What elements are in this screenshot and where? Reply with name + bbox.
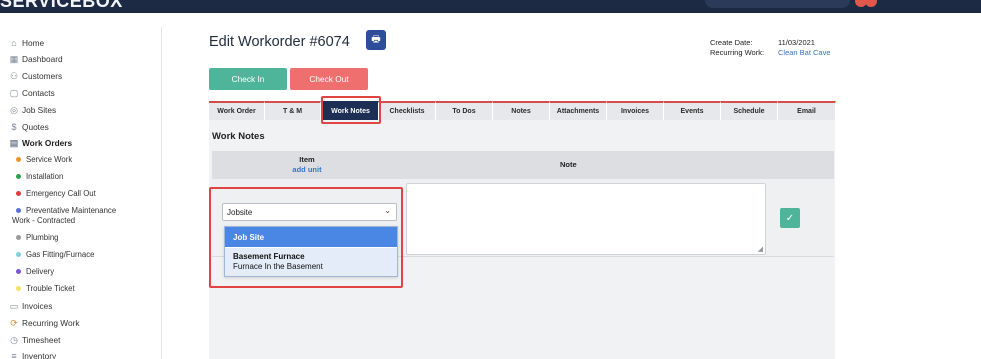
tab-events[interactable]: Events xyxy=(664,101,721,120)
bullet-icon xyxy=(16,208,21,213)
create-date-value: 11/03/2021 xyxy=(778,38,815,47)
bullet-icon xyxy=(16,235,21,240)
contacts-icon: ▢ xyxy=(9,87,19,98)
print-button[interactable]: 🖶 xyxy=(366,30,386,50)
top-bar: SERVICEBOX xyxy=(0,0,981,13)
location-icon: ◎ xyxy=(10,104,18,115)
stopwatch-icon: ◷ xyxy=(10,334,18,345)
sidebar-item-inventory[interactable]: ≡ Inventory xyxy=(8,350,56,359)
page-title: Edit Workorder #6074 xyxy=(209,34,350,50)
user-menu[interactable] xyxy=(855,0,889,7)
list-icon: ≡ xyxy=(11,351,17,359)
recurring-icon: ⟳ xyxy=(10,317,18,328)
sidebar-subitem-installation[interactable]: Installation xyxy=(16,172,63,181)
sidebar-item-contacts[interactable]: ▢ Contacts xyxy=(8,87,55,99)
create-date-label: Create Date: Recurring Work: xyxy=(710,38,765,57)
column-header-note: Note xyxy=(560,160,577,169)
sidebar-item-home[interactable]: ⌂ Home xyxy=(8,37,44,49)
section-title: Work Notes xyxy=(212,131,265,142)
resize-handle-icon[interactable]: ◢ xyxy=(758,245,763,253)
dropdown-option-job-site[interactable]: Job Site xyxy=(225,227,397,247)
tab-t-and-m[interactable]: T & M xyxy=(265,101,321,120)
bullet-icon xyxy=(16,286,21,291)
chevron-down-icon: ⌄ xyxy=(384,206,391,215)
checkmark-icon: ✓ xyxy=(785,212,795,224)
item-dropdown-list: Job Site Basement Furnace Furnace In the… xyxy=(224,226,398,277)
add-unit-link[interactable]: add unit xyxy=(212,165,402,174)
tab-bar: Work Order T & M Work Notes Checklists T… xyxy=(209,101,836,120)
sidebar-subitem-service-work[interactable]: Service Work xyxy=(16,155,72,164)
tab-email[interactable]: Email xyxy=(778,101,836,120)
sidebar: ⌂ Home ▦ Dashboard ⚇ Customers ▢ Contact… xyxy=(0,27,162,359)
note-textarea[interactable]: ◢ xyxy=(406,183,766,255)
sidebar-subitem-preventative-maintenance[interactable]: Preventative Maintenance Work - Contract… xyxy=(12,206,116,225)
document-icon: ▤ xyxy=(9,137,19,148)
sidebar-item-timesheet[interactable]: ◷ Timesheet xyxy=(8,334,60,346)
invoice-icon: ▭ xyxy=(9,300,19,311)
bullet-icon xyxy=(16,191,21,196)
sidebar-subitem-trouble-ticket[interactable]: Trouble Ticket xyxy=(16,284,75,293)
tab-work-notes[interactable]: Work Notes xyxy=(323,101,379,120)
save-note-button[interactable]: ✓ xyxy=(780,208,800,228)
column-header-item: Item xyxy=(299,155,315,164)
check-in-button[interactable]: Check In xyxy=(209,68,287,90)
dashboard-icon: ▦ xyxy=(9,53,19,64)
bullet-icon xyxy=(16,174,21,179)
sidebar-item-invoices[interactable]: ▭ Invoices xyxy=(8,300,53,312)
tab-checklists[interactable]: Checklists xyxy=(379,101,436,120)
meta-values: 11/03/2021 Clean Bat Cave xyxy=(778,38,831,57)
app-logo[interactable]: SERVICEBOX xyxy=(0,0,123,12)
dollar-icon: $ xyxy=(11,122,17,132)
printer-icon: 🖶 xyxy=(371,33,381,45)
tab-work-order[interactable]: Work Order xyxy=(209,101,265,120)
recurring-work-link[interactable]: Clean Bat Cave xyxy=(778,48,831,58)
tab-invoices[interactable]: Invoices xyxy=(607,101,664,120)
bullet-icon xyxy=(16,157,21,162)
item-select[interactable]: Jobsite ⌄ xyxy=(222,203,397,221)
sidebar-item-job-sites[interactable]: ◎ Job Sites xyxy=(8,104,56,116)
sidebar-subitem-delivery[interactable]: Delivery xyxy=(16,267,54,276)
bullet-icon xyxy=(16,252,21,257)
bullet-icon xyxy=(16,269,21,274)
sidebar-item-work-orders[interactable]: ▤ Work Orders xyxy=(8,137,72,149)
customers-icon: ⚇ xyxy=(9,70,19,81)
home-icon: ⌂ xyxy=(11,38,17,48)
sidebar-item-dashboard[interactable]: ▦ Dashboard xyxy=(8,53,63,65)
tab-attachments[interactable]: Attachments xyxy=(550,101,607,120)
item-select-value: Jobsite xyxy=(227,207,253,217)
sidebar-subitem-plumbing[interactable]: Plumbing xyxy=(16,233,59,242)
sidebar-subitem-emergency-call-out[interactable]: Emergency Call Out xyxy=(16,189,96,198)
sidebar-item-customers[interactable]: ⚇ Customers xyxy=(8,70,62,82)
tab-notes[interactable]: Notes xyxy=(493,101,550,120)
recurring-work-label: Recurring Work: xyxy=(710,47,765,57)
dropdown-option-basement-furnace[interactable]: Basement Furnace Furnace In the Basement xyxy=(225,248,397,276)
check-out-button[interactable]: Check Out xyxy=(290,68,368,90)
tab-schedule[interactable]: Schedule xyxy=(721,101,778,120)
tab-to-dos[interactable]: To Dos xyxy=(436,101,493,120)
notification-icon xyxy=(865,0,877,7)
sidebar-subitem-gas-fitting[interactable]: Gas Fitting/Furnace xyxy=(16,250,94,259)
search-input[interactable] xyxy=(705,0,850,8)
sidebar-item-quotes[interactable]: $ Quotes xyxy=(8,121,48,133)
sidebar-item-recurring-work[interactable]: ⟳ Recurring Work xyxy=(8,317,79,329)
